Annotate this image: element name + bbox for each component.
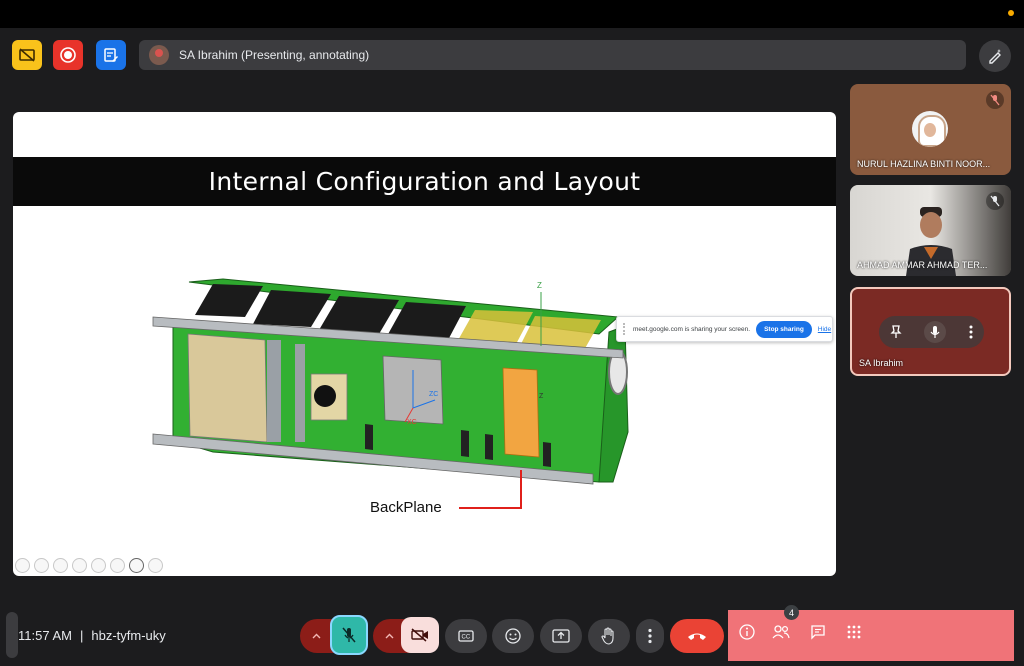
muted-indicator — [986, 91, 1004, 109]
captions-button[interactable]: CC — [445, 619, 487, 653]
card-slot — [365, 424, 373, 450]
side-panel-handle[interactable] — [6, 612, 18, 658]
whiteboard-button[interactable] — [96, 40, 126, 70]
prev-slide-button[interactable] — [15, 558, 30, 573]
frame-post — [267, 340, 281, 442]
meeting-code[interactable]: hbz-tyfm-uky — [91, 628, 165, 643]
participant-tile[interactable]: NURUL HAZLINA BINTI NOOR... — [850, 84, 1011, 175]
solar-cell — [195, 284, 263, 317]
record-icon — [60, 47, 76, 63]
next-slide-button[interactable] — [34, 558, 49, 573]
muted-indicator — [986, 192, 1004, 210]
card-slot — [485, 434, 493, 460]
backplane-label: BackPlane — [370, 499, 442, 516]
people-count-badge: 4 — [784, 605, 799, 620]
mic-off-icon — [990, 94, 1000, 106]
apps-grid-icon — [847, 625, 861, 639]
axis-label-xc: XC — [407, 419, 417, 426]
activities-button[interactable] — [843, 621, 865, 643]
axis-label-z2: Z — [539, 393, 544, 400]
participant-tile-self[interactable]: SA Ibrahim — [850, 287, 1011, 376]
pen-tool-button[interactable] — [53, 558, 68, 573]
more-options-button[interactable] — [636, 619, 664, 653]
zoom-tool-button[interactable] — [91, 558, 106, 573]
present-screen-button[interactable] — [540, 619, 582, 653]
axis-label-z: Z — [537, 281, 542, 290]
chevron-up-icon — [385, 633, 394, 639]
subtitle-tool-button[interactable] — [110, 558, 125, 573]
participant-name: NURUL HAZLINA BINTI NOOR... — [857, 159, 991, 169]
pcb-module — [187, 333, 268, 443]
mic-off-icon — [342, 627, 356, 643]
solar-cell — [319, 296, 399, 334]
meeting-time: 11:57 AM — [18, 628, 72, 643]
meeting-details: 11:57 AM | hbz-tyfm-uky — [18, 628, 166, 643]
chevron-up-icon — [312, 633, 321, 639]
chat-icon — [811, 625, 825, 640]
pin-icon[interactable] — [890, 325, 902, 339]
captions-off-button[interactable] — [12, 40, 42, 70]
emoji-icon — [505, 628, 521, 644]
participant-tile[interactable]: AHMAD AMMAR AHMAD TER... — [850, 185, 1011, 276]
leave-call-button[interactable] — [670, 619, 724, 653]
shared-slide: Internal Configuration and Layout Z ZC X… — [13, 112, 836, 576]
screen-share-banner: meet.google.com is sharing your screen. … — [616, 316, 833, 342]
tile-controls — [879, 316, 984, 348]
participant-name: SA Ibrahim — [859, 358, 904, 368]
mic-off-icon — [990, 195, 1000, 207]
share-banner-text: meet.google.com is sharing your screen. — [633, 325, 751, 333]
presenter-avatar — [149, 45, 169, 65]
side-panel-toolbar: 4 — [728, 605, 1014, 661]
people-icon — [772, 625, 790, 639]
videocam-off-icon — [411, 628, 428, 642]
camera-lens — [314, 385, 336, 407]
closed-captions-icon: CC — [458, 630, 474, 642]
mic-icon[interactable] — [924, 321, 947, 343]
pen-sparkle-icon — [989, 49, 1001, 64]
frame-post — [295, 344, 305, 442]
recording-button[interactable] — [53, 40, 83, 70]
stop-sharing-button[interactable]: Stop sharing — [756, 320, 812, 338]
participant-name: AHMAD AMMAR AHMAD TER... — [857, 260, 988, 270]
people-button[interactable] — [770, 621, 792, 643]
more-vert-icon — [648, 628, 652, 644]
annotate-button[interactable] — [979, 40, 1011, 72]
microphone-button[interactable] — [330, 615, 368, 655]
hide-banner-link[interactable]: Hide — [818, 326, 831, 333]
backplane — [502, 367, 540, 458]
hand-icon — [601, 627, 614, 645]
meeting-separator: | — [79, 628, 84, 643]
more-tool-button[interactable] — [148, 558, 163, 573]
presenter-bar: SA Ibrahim (Presenting, annotating) — [139, 40, 966, 70]
avatar — [912, 111, 948, 147]
solar-cell — [253, 290, 331, 327]
copy-tool-button[interactable] — [72, 558, 87, 573]
top-status-strip — [0, 0, 1024, 28]
call-end-icon — [688, 633, 706, 640]
camera-button[interactable] — [401, 617, 439, 653]
info-icon — [739, 624, 755, 640]
card-slot — [543, 442, 551, 467]
reactions-button[interactable] — [492, 619, 534, 653]
present-to-all-icon — [552, 629, 570, 643]
presenter-status: SA Ibrahim (Presenting, annotating) — [179, 48, 370, 62]
chat-button[interactable] — [807, 621, 829, 643]
axis-label-zc: ZC — [429, 391, 438, 398]
svg-text:CC: CC — [462, 635, 471, 641]
drag-handle[interactable] — [623, 323, 627, 335]
raise-hand-button[interactable] — [588, 619, 630, 653]
meeting-details-button[interactable] — [736, 621, 758, 643]
captions-off-icon — [19, 48, 35, 62]
notification-dot — [1008, 10, 1014, 16]
document-edit-icon — [104, 48, 118, 62]
slide-toolbar — [15, 558, 163, 573]
more-vert-icon[interactable] — [969, 325, 973, 339]
camera-tool-button[interactable] — [129, 558, 144, 573]
card-slot — [461, 430, 469, 457]
